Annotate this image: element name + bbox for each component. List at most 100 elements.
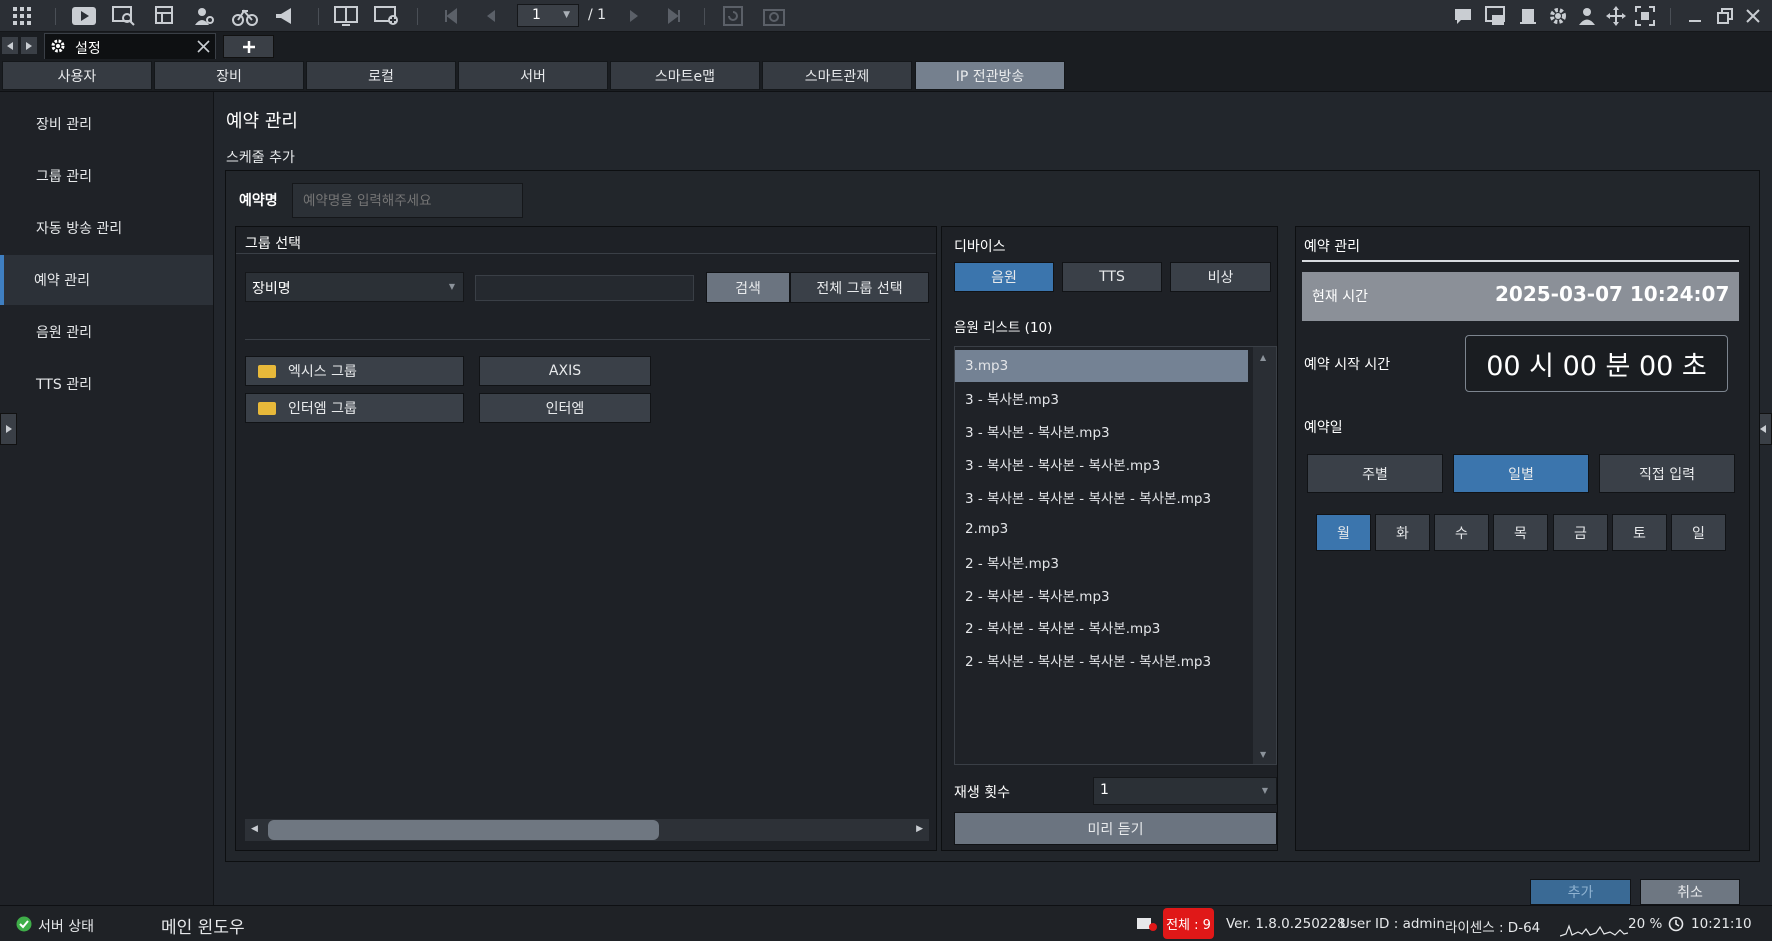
add-tab-button[interactable] — [223, 35, 274, 58]
scrollbar-thumb[interactable] — [268, 820, 659, 840]
tab-smart-emap[interactable]: 스마트e맵 — [610, 61, 760, 90]
megaphone-icon[interactable] — [273, 5, 297, 27]
alarm-device-icon — [1136, 916, 1158, 932]
next-page-icon[interactable] — [626, 8, 642, 24]
day-thursday[interactable]: 목 — [1493, 514, 1548, 551]
gear-icon[interactable] — [1547, 5, 1569, 27]
day-wednesday[interactable]: 수 — [1434, 514, 1489, 551]
tts-button[interactable]: TTS — [1062, 262, 1162, 292]
group-name: 엑시스 그룹 — [288, 364, 357, 380]
list-item[interactable]: 3 - 복사본 - 복사본.mp3 — [955, 415, 1248, 447]
list-item[interactable]: 3 - 복사본.mp3 — [955, 382, 1248, 414]
scroll-up-icon[interactable]: ▲ — [1260, 353, 1266, 362]
list-item[interactable]: 2 - 복사본 - 복사본 - 복사본.mp3 — [955, 611, 1248, 643]
search-button[interactable]: 검색 — [706, 272, 790, 303]
video-search-icon[interactable] — [112, 5, 136, 27]
sidebar-item-reservation[interactable]: 예약 관리 — [0, 255, 213, 305]
alert-count-badge[interactable]: 전체 : 9 — [1163, 908, 1214, 939]
tab-scroll-right-icon[interactable] — [21, 37, 37, 54]
tab-server[interactable]: 서버 — [458, 61, 608, 90]
tab-local[interactable]: 로컬 — [306, 61, 456, 90]
close-icon[interactable] — [197, 40, 210, 53]
monitor-add-icon[interactable] — [374, 5, 400, 27]
group-tag-axis[interactable]: AXIS — [479, 356, 651, 386]
start-time-input[interactable]: 00 시 00 분 00 초 — [1465, 335, 1728, 392]
audio-source-button[interactable]: 음원 — [954, 262, 1054, 292]
grid-icon[interactable] — [12, 6, 32, 26]
bike-icon[interactable] — [232, 5, 258, 27]
emergency-button[interactable]: 비상 — [1170, 262, 1271, 292]
group-item-interm[interactable]: 인터엠 그룹 — [245, 393, 464, 423]
minimize-icon[interactable] — [1686, 7, 1704, 25]
server-status-label[interactable]: 서버 상태 — [38, 916, 94, 936]
audio-file-list[interactable]: 3.mp3 3 - 복사본.mp3 3 - 복사본 - 복사본.mp3 3 - … — [954, 346, 1277, 765]
tab-settings[interactable]: 설정 — [44, 33, 216, 59]
play-icon[interactable] — [71, 5, 97, 27]
preview-button[interactable]: 미리 듣기 — [954, 812, 1277, 845]
tab-devices[interactable]: 장비 — [154, 61, 304, 90]
sidebar-item-device-management[interactable]: 장비 관리 — [0, 99, 213, 149]
device-name-dropdown[interactable]: 장비명 ▼ — [245, 272, 464, 302]
restore-icon[interactable] — [1716, 7, 1734, 25]
list-item[interactable]: 2.mp3 — [955, 513, 1248, 545]
add-button[interactable]: 추가 — [1530, 879, 1631, 905]
manual-input-button[interactable]: 직접 입력 — [1599, 454, 1735, 493]
user-icon[interactable] — [1577, 5, 1597, 27]
select-all-groups-button[interactable]: 전체 그룹 선택 — [790, 272, 929, 303]
sidebar-item-group-management[interactable]: 그룹 관리 — [0, 151, 213, 201]
list-item[interactable]: 3.mp3 — [955, 350, 1248, 382]
clock-time: 10:21:10 — [1691, 916, 1752, 932]
list-item[interactable]: 3 - 복사본 - 복사본 - 복사본.mp3 — [955, 448, 1248, 480]
group-tag-interm[interactable]: 인터엠 — [479, 393, 651, 423]
sidebar-item-auto-broadcast[interactable]: 자동 방송 관리 — [0, 203, 213, 253]
horizontal-scrollbar[interactable]: ◀ ▶ — [245, 819, 929, 841]
list-item[interactable]: 2 - 복사본 - 복사본 - 복사본 - 복사본.mp3 — [955, 644, 1248, 676]
weekly-mode-button[interactable]: 주별 — [1307, 454, 1443, 493]
folder-icon — [258, 401, 276, 415]
badge-icon[interactable] — [1518, 5, 1538, 27]
main-window-label: 메인 윈도우 — [161, 918, 245, 938]
day-monday[interactable]: 월 — [1316, 514, 1371, 551]
scroll-left-icon[interactable]: ◀ — [251, 824, 258, 834]
page-input[interactable]: 1 ▼ — [517, 4, 579, 27]
reservation-name-input[interactable] — [292, 183, 523, 218]
start-time-label: 예약 시작 시간 — [1304, 357, 1391, 373]
fullscreen-icon[interactable] — [1634, 5, 1656, 27]
tab-users[interactable]: 사용자 — [2, 61, 152, 90]
vertical-scrollbar[interactable]: ▲ ▼ — [1253, 347, 1276, 764]
layout-icon[interactable] — [154, 5, 176, 27]
chat-icon[interactable] — [1453, 6, 1473, 26]
sidebar-item-audio-management[interactable]: 음원 관리 — [0, 307, 213, 357]
monitor-layout-icon[interactable] — [334, 5, 358, 27]
list-item[interactable]: 3 - 복사본 - 복사본 - 복사본 - 복사본.mp3 — [955, 481, 1248, 513]
day-tuesday[interactable]: 화 — [1375, 514, 1430, 551]
tab-scroll-left-icon[interactable] — [2, 37, 18, 54]
cancel-button[interactable]: 취소 — [1640, 879, 1740, 905]
camera-icon[interactable] — [762, 5, 786, 27]
person-search-icon[interactable] — [193, 5, 217, 27]
close-icon[interactable] — [1744, 7, 1762, 25]
daily-mode-button[interactable]: 일별 — [1453, 454, 1589, 493]
audio-list-title: 음원 리스트 (10) — [954, 320, 1053, 336]
day-saturday[interactable]: 토 — [1612, 514, 1667, 551]
tab-smart-control[interactable]: 스마트관제 — [762, 61, 912, 90]
sidebar-item-tts-management[interactable]: TTS 관리 — [0, 359, 213, 409]
refresh-icon[interactable] — [722, 5, 744, 27]
message-icon[interactable] — [1484, 5, 1506, 27]
sidebar-expand-icon[interactable] — [0, 413, 17, 445]
day-friday[interactable]: 금 — [1553, 514, 1608, 551]
scroll-down-icon[interactable]: ▼ — [1260, 750, 1266, 759]
prev-page-icon[interactable] — [483, 8, 499, 24]
list-item[interactable]: 2 - 복사본 - 복사본.mp3 — [955, 579, 1248, 611]
tab-settings-label: 설정 — [75, 41, 101, 57]
day-sunday[interactable]: 일 — [1671, 514, 1726, 551]
play-count-dropdown[interactable]: 1 ▼ — [1093, 777, 1277, 805]
tab-ip-broadcast[interactable]: IP 전관방송 — [915, 61, 1065, 90]
move-icon[interactable] — [1605, 5, 1627, 27]
first-page-icon[interactable] — [443, 8, 459, 24]
list-item[interactable]: 2 - 복사본.mp3 — [955, 546, 1248, 578]
group-search-input[interactable] — [475, 275, 694, 301]
group-item-axis[interactable]: 엑시스 그룹 — [245, 356, 464, 386]
last-page-icon[interactable] — [666, 8, 682, 24]
scroll-right-icon[interactable]: ▶ — [916, 824, 923, 834]
